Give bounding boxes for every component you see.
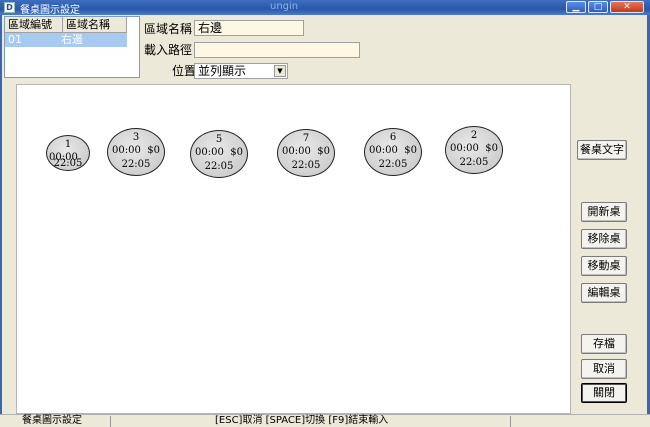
table-time: 00:00: [369, 145, 398, 156]
table-row[interactable]: 01 右邊: [5, 33, 127, 47]
cancel-button[interactable]: 取消: [581, 359, 627, 379]
app-icon: D: [4, 2, 15, 13]
table-icon[interactable]: 1 00:00 22:05: [46, 135, 90, 171]
maximize-button[interactable]: □: [588, 1, 608, 13]
zone-code-header[interactable]: 區域編號: [5, 17, 63, 33]
edit-table-button[interactable]: 編輯桌: [581, 283, 627, 303]
save-button[interactable]: 存檔: [581, 334, 627, 354]
table-icon[interactable]: 5 00:00 $0 22:05: [190, 130, 248, 178]
table-icon[interactable]: 3 00:00 $0 22:05: [107, 128, 165, 176]
table-number: 2: [470, 130, 478, 141]
position-label: 位置: [172, 64, 197, 78]
table-amount: $0: [230, 147, 243, 158]
window-title: 餐桌圖示設定: [20, 5, 80, 16]
table-time: 00:00: [282, 146, 311, 157]
table-number: 1: [64, 139, 72, 150]
table-clock: 22:05: [291, 160, 321, 171]
table-clock: 22:05: [459, 157, 489, 168]
status-bar: 餐桌圖示設定 [ESC]取消 [SPACE]切換 [F9]結束輸入: [0, 414, 650, 427]
table-number: 3: [132, 132, 140, 143]
table-number: 5: [215, 134, 223, 145]
zone-name-header[interactable]: 區域名稱: [63, 17, 127, 33]
table-amount: $0: [485, 143, 498, 154]
table-amount: $0: [147, 145, 160, 156]
table-icon[interactable]: 2 00:00 $0 22:05: [445, 126, 503, 174]
zone-name-field[interactable]: 右邊: [194, 20, 304, 36]
zone-name-label: 區域名稱: [144, 22, 193, 36]
table-amount: $0: [404, 145, 417, 156]
remove-table-button[interactable]: 移除桌: [581, 229, 627, 249]
close-window-button[interactable]: ✕: [610, 1, 644, 13]
load-path-field[interactable]: [194, 42, 360, 58]
minimize-button[interactable]: ▁: [566, 1, 586, 13]
title-bar: D 餐桌圖示設定 ungin ▁ □ ✕: [0, 0, 650, 16]
move-table-button[interactable]: 移動桌: [581, 256, 627, 276]
window-title-faint: ungin: [270, 1, 299, 12]
table-number: 6: [389, 132, 397, 143]
status-hint: [ESC]取消 [SPACE]切換 [F9]結束輸入: [215, 415, 389, 426]
table-clock: 22:05: [121, 159, 151, 170]
table-clock: 22:05: [53, 158, 83, 169]
position-select[interactable]: 並列顯示 ▼: [194, 63, 288, 79]
table-number: 7: [302, 133, 310, 144]
table-time: 00:00: [450, 143, 479, 154]
load-path-label: 載入路徑: [144, 43, 193, 57]
table-amount: $0: [317, 146, 330, 157]
table-layout-canvas[interactable]: 1 00:00 22:05 3 00:00 $0 22:05 5 00:00 $…: [16, 84, 571, 414]
status-divider: [510, 416, 511, 427]
table-text-button[interactable]: 餐桌文字: [577, 140, 627, 160]
close-button[interactable]: 關閉: [581, 383, 627, 403]
zone-name-cell: 右邊: [61, 33, 83, 46]
table-time: 00:00: [112, 145, 141, 156]
table-time: 00:00: [195, 147, 224, 158]
zone-code-cell: 01: [8, 33, 22, 46]
zone-table[interactable]: 區域編號 區域名稱 01 右邊: [4, 16, 140, 78]
chevron-down-icon[interactable]: ▼: [274, 65, 286, 77]
new-table-button[interactable]: 開新桌: [581, 202, 627, 222]
status-divider: [110, 416, 111, 427]
table-clock: 22:05: [204, 161, 234, 172]
position-select-value: 並列顯示: [198, 64, 247, 78]
table-icon[interactable]: 7 00:00 $0 22:05: [277, 129, 335, 177]
table-icon[interactable]: 6 00:00 $0 22:05: [364, 128, 422, 176]
status-title: 餐桌圖示設定: [22, 415, 82, 426]
table-clock: 22:05: [378, 159, 408, 170]
